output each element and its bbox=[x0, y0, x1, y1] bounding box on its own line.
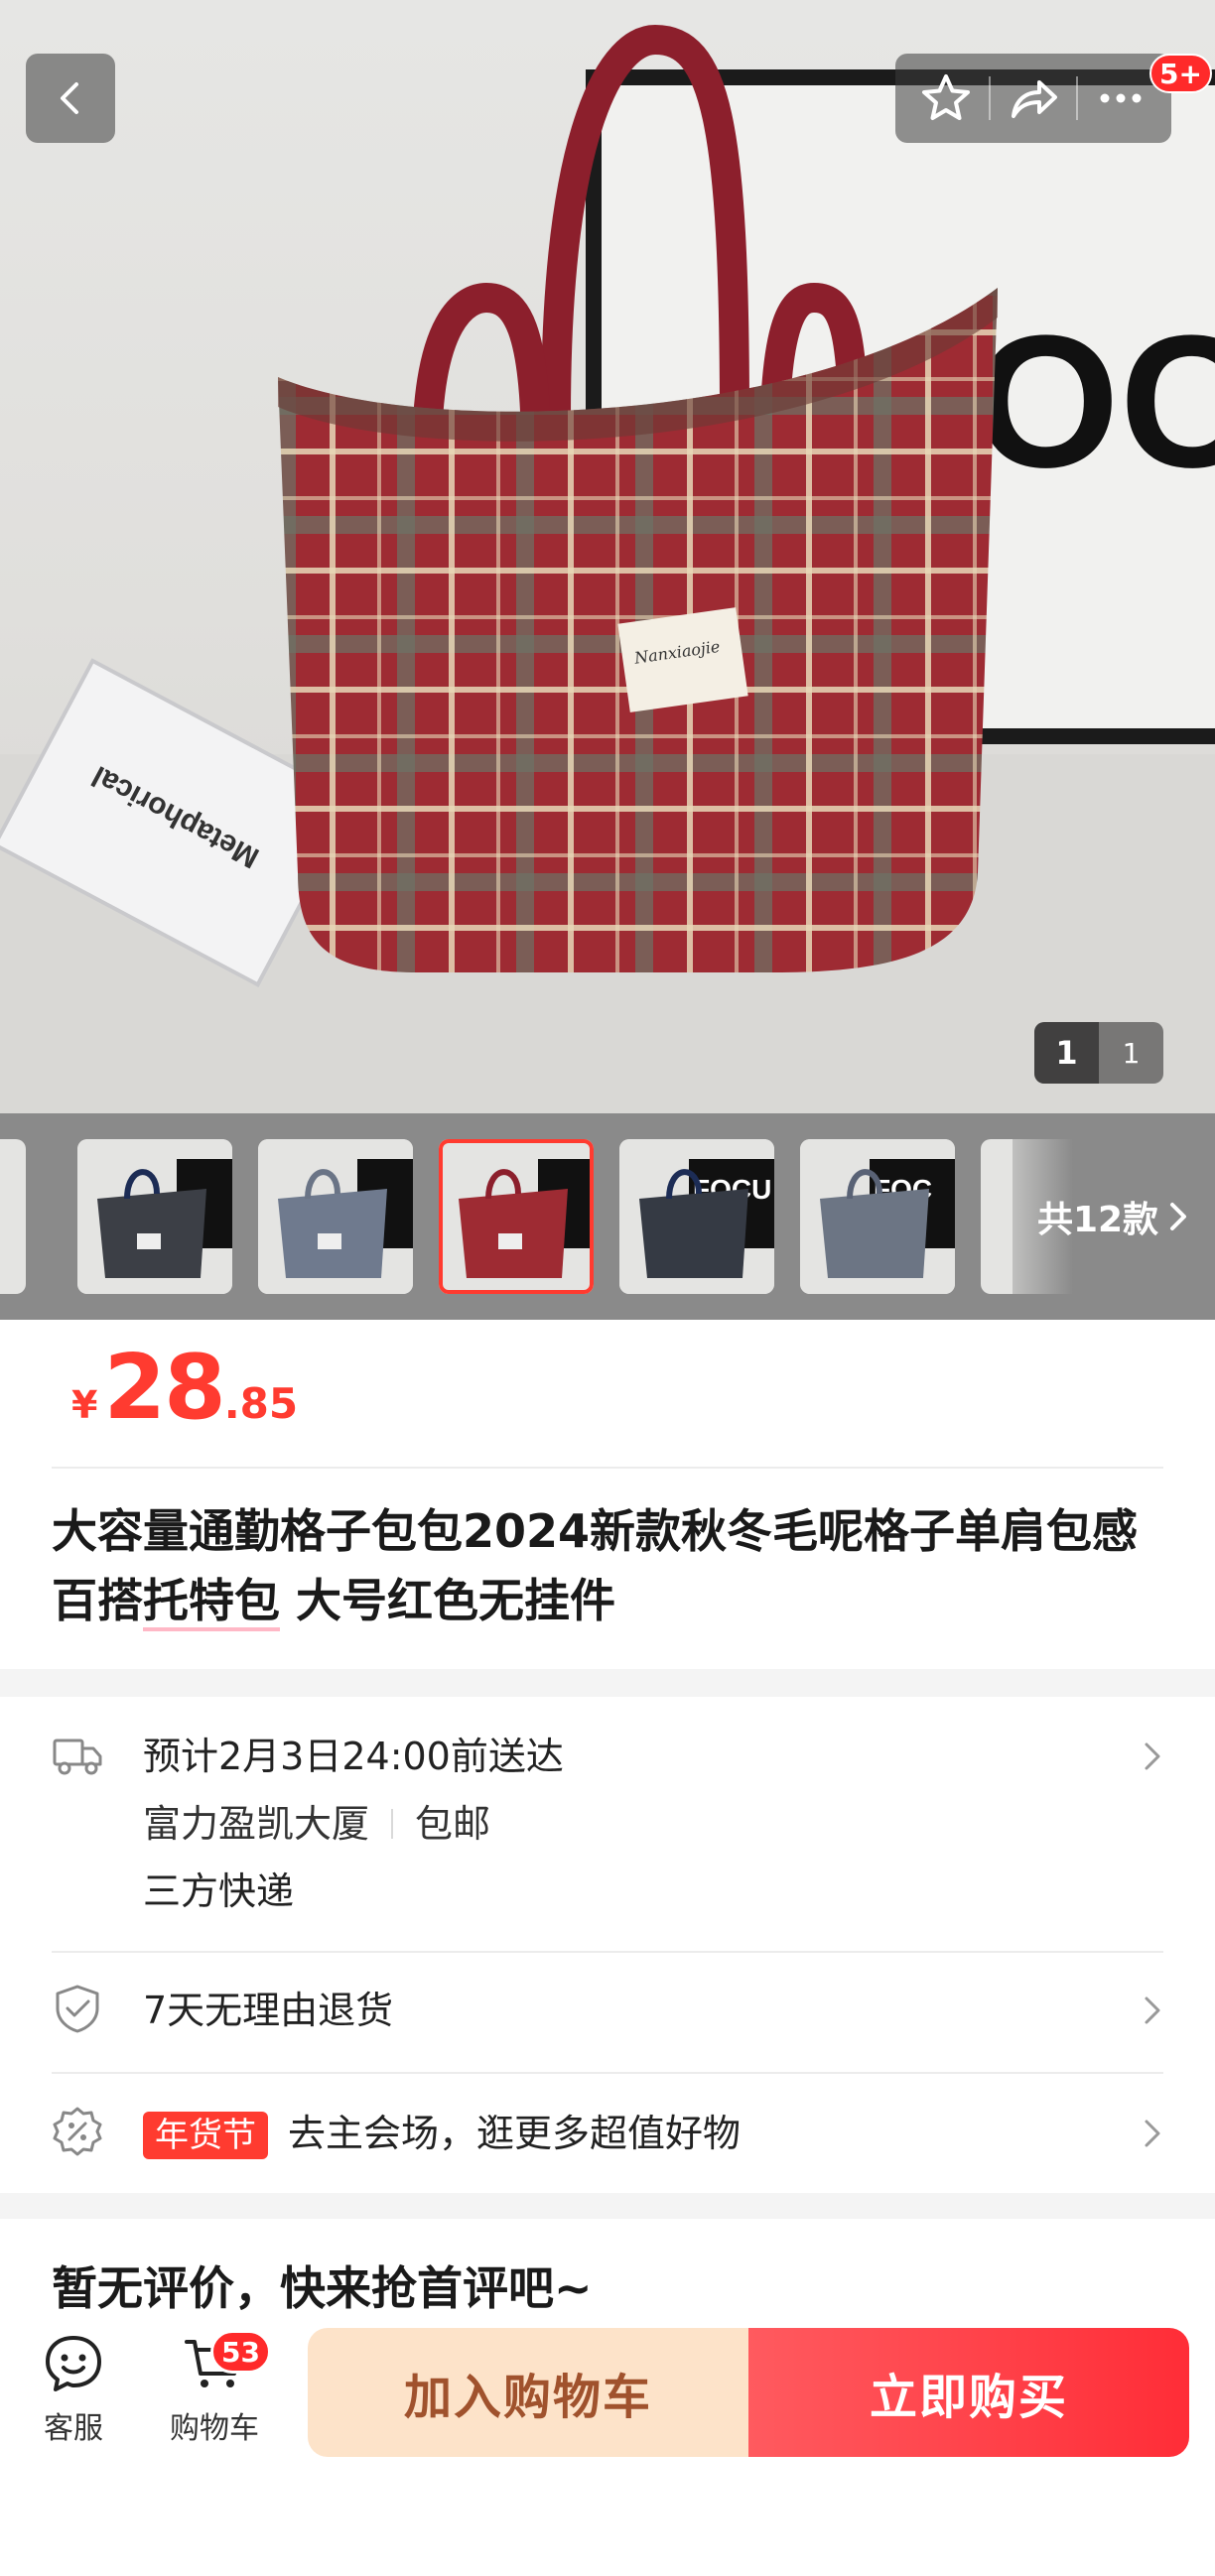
header-actions bbox=[895, 54, 1171, 143]
price: ¥ 28 .85 bbox=[71, 1336, 298, 1440]
customer-service-button[interactable]: 客服 bbox=[14, 2332, 133, 2447]
thumb-image bbox=[439, 1139, 594, 1294]
variant-thumb[interactable]: FOCU bbox=[619, 1139, 774, 1294]
delivery-location: 富力盈凯大厦 bbox=[143, 1802, 370, 1846]
more-icon bbox=[1100, 93, 1142, 103]
title-text: 大号红色无挂件 bbox=[280, 1574, 616, 1627]
divider bbox=[391, 1809, 394, 1839]
chevron-right-icon bbox=[1145, 1996, 1160, 2024]
thumb-image: FOCU bbox=[619, 1139, 774, 1294]
variant-thumb-selected[interactable] bbox=[439, 1139, 594, 1294]
more-button[interactable] bbox=[1083, 61, 1158, 136]
current-page: 1 bbox=[1034, 1022, 1099, 1084]
favorite-button[interactable] bbox=[908, 61, 984, 136]
total-pages: 1 bbox=[1122, 1036, 1141, 1070]
returns-row-chevron[interactable] bbox=[1138, 1991, 1167, 2030]
add-to-cart-button[interactable]: 加入购物车 bbox=[308, 2328, 748, 2457]
thumb-image bbox=[258, 1139, 413, 1294]
promo-tag: 年货节 bbox=[143, 2112, 268, 2159]
variant-thumb[interactable]: FOC bbox=[800, 1139, 955, 1294]
variant-thumb-partial[interactable] bbox=[0, 1139, 26, 1294]
delivery-carrier: 三方快递 bbox=[143, 1869, 295, 1913]
more-styles-button[interactable]: 共12款 bbox=[1012, 1113, 1215, 1320]
share-icon bbox=[1011, 80, 1057, 118]
svg-text:OCU: OCU bbox=[973, 297, 1215, 507]
chevron-left-icon bbox=[61, 82, 78, 114]
truck-icon bbox=[52, 1729, 103, 1780]
promo-row[interactable]: 年货节 去主会场，逛更多超值好物 bbox=[143, 2108, 741, 2159]
product-hero-image[interactable]: OCU Metaphorical Nanxiaojie bbox=[0, 0, 1215, 1113]
product-photo: OCU Metaphorical Nanxiaojie bbox=[0, 24, 1215, 1113]
reviews-empty-title: 暂无评价，快来抢首评吧~ bbox=[52, 2261, 593, 2315]
price-integer: 28 bbox=[103, 1336, 225, 1440]
message-badge: 5+ bbox=[1149, 54, 1212, 93]
price-decimal: .85 bbox=[223, 1379, 299, 1428]
shield-check-icon bbox=[52, 1983, 103, 2034]
promo-row-chevron[interactable] bbox=[1138, 2114, 1167, 2153]
divider bbox=[52, 1951, 1163, 1953]
buy-now-button[interactable]: 立即购买 bbox=[748, 2328, 1189, 2457]
chevron-right-icon bbox=[1170, 1203, 1187, 1230]
image-page-counter: 1 1 bbox=[1034, 1022, 1163, 1084]
cart-label: 购物车 bbox=[170, 2411, 259, 2446]
currency-symbol: ¥ bbox=[71, 1383, 98, 1427]
divider bbox=[52, 2072, 1163, 2074]
chevron-right-icon bbox=[1145, 2120, 1160, 2147]
chevron-right-icon bbox=[1145, 1742, 1160, 1770]
product-title: 大容量通勤格子包包2024新款秋冬毛呢格子单肩包感百搭托特包 大号红色无挂件 bbox=[52, 1496, 1163, 1635]
promo-text: 去主会场，逛更多超值好物 bbox=[288, 2112, 742, 2155]
thumb-image bbox=[77, 1139, 232, 1294]
return-policy: 7天无理由退货 bbox=[143, 1989, 394, 2032]
thumb-image: FOC bbox=[800, 1139, 955, 1294]
discount-icon bbox=[52, 2106, 103, 2157]
variant-thumbnail-strip[interactable]: FOCU FOC 共12款 bbox=[0, 1113, 1215, 1320]
variant-thumb[interactable] bbox=[258, 1139, 413, 1294]
delivery-row-chevron[interactable] bbox=[1138, 1737, 1167, 1776]
cart-count-badge: 53 bbox=[210, 2330, 271, 2374]
shipping-fee: 包邮 bbox=[415, 1802, 491, 1846]
divider bbox=[52, 1467, 1163, 1469]
share-button[interactable] bbox=[996, 61, 1071, 136]
more-styles-label: 共12款 bbox=[1036, 1200, 1159, 1240]
delivery-eta: 预计2月3日24:00前送达 bbox=[143, 1735, 564, 1778]
back-button[interactable] bbox=[26, 54, 115, 143]
chat-smile-icon bbox=[46, 2336, 101, 2391]
title-highlight[interactable]: 托特包 bbox=[143, 1574, 280, 1631]
customer-service-label: 客服 bbox=[44, 2411, 103, 2446]
divider bbox=[1076, 76, 1079, 120]
star-icon bbox=[921, 74, 970, 120]
divider bbox=[988, 76, 991, 120]
variant-thumb[interactable] bbox=[77, 1139, 232, 1294]
delivery-details: 富力盈凯大厦 包邮 bbox=[143, 1798, 490, 1850]
